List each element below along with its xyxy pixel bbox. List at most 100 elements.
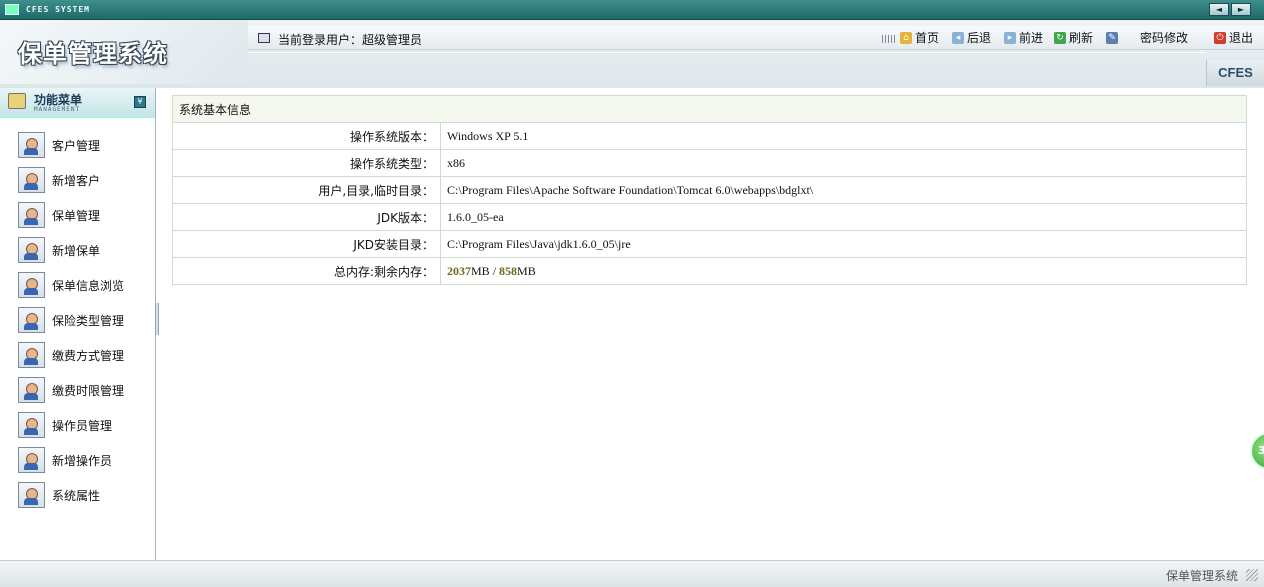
window-title-bar: CFES SYSTEM ◄ ► — [0, 0, 1264, 20]
sidebar-item-label: 操作员管理 — [52, 419, 113, 433]
row-label: 用户,目录,临时目录： — [172, 176, 441, 204]
system-info-table: 系统基本信息 操作系统版本： Windows XP 5.1 操作系统类型： x8… — [172, 95, 1247, 285]
sidebar-item-label: 保单信息浏览 — [52, 279, 125, 293]
user-icon — [18, 412, 45, 438]
table-caption-row: 系统基本信息 — [172, 95, 1247, 123]
change-password-button[interactable]: 密码修改 — [1140, 30, 1188, 46]
window-title: CFES SYSTEM — [26, 5, 90, 14]
table-row: JDK版本： 1.6.0_05-ea — [172, 203, 1247, 231]
sidebar-item-payment-method[interactable]: 缴费方式管理 — [0, 342, 155, 377]
monitor-icon — [5, 4, 19, 15]
forward-label: 前进 — [1019, 31, 1044, 45]
home-button[interactable]: ⌂ 首页 — [900, 30, 939, 46]
window-icon — [258, 33, 270, 43]
sidebar-item-label: 新增保单 — [52, 244, 101, 258]
status-bar: 保单管理系统 — [0, 560, 1264, 587]
total-memory-unit: MB — [471, 263, 490, 278]
sidebar-item-payment-period[interactable]: 缴费时限管理 — [0, 377, 155, 412]
sidebar-item-label: 保单管理 — [52, 209, 101, 223]
row-value: 1.6.0_05-ea — [440, 203, 1247, 231]
row-label: 总内存:剩余内存： — [172, 257, 441, 285]
user-icon — [18, 272, 45, 298]
sidebar-item-policy-browse[interactable]: 保单信息浏览 — [0, 272, 155, 307]
sidebar-item-label: 新增操作员 — [52, 454, 113, 468]
home-icon: ⌂ — [900, 32, 912, 44]
edit-pen-icon: ✎ — [1106, 32, 1118, 44]
menu-folder-icon — [8, 93, 26, 109]
window-prev-button[interactable]: ◄ — [1209, 3, 1229, 16]
row-label: 操作系统版本： — [172, 122, 441, 150]
table-row: JKD安装目录： C:\Program Files\Java\jdk1.6.0_… — [172, 230, 1247, 258]
total-memory: 2037 — [447, 263, 471, 278]
sidebar-item-label: 保险类型管理 — [52, 314, 125, 328]
table-row: 操作系统类型： x86 — [172, 149, 1247, 177]
refresh-icon: ↻ — [1054, 32, 1066, 44]
brand-badge: CFES — [1206, 60, 1264, 86]
sidebar-item-system-properties[interactable]: 系统属性 — [0, 482, 155, 517]
sidebar-item-add-operator[interactable]: 新增操作员 — [0, 447, 155, 482]
main-content: 系统基本信息 操作系统版本： Windows XP 5.1 操作系统类型： x8… — [160, 88, 1264, 560]
sidebar-header: 功能菜单 MANAGEMENT ¥ — [0, 88, 155, 118]
back-arrow-icon: ◂ — [952, 32, 964, 44]
home-label: 首页 — [915, 31, 940, 45]
logout-label: 退出 — [1229, 31, 1254, 45]
current-user-label: 当前登录用户：超级管理员 — [278, 33, 423, 47]
user-icon — [18, 237, 45, 263]
sidebar-item-label: 新增客户 — [52, 174, 101, 188]
row-value: x86 — [440, 149, 1247, 177]
row-label: 操作系统类型： — [172, 149, 441, 177]
user-icon — [18, 377, 45, 403]
memory-separator: / — [489, 263, 500, 278]
refresh-button[interactable]: ↻ 刷新 — [1054, 30, 1093, 46]
sidebar-item-insurance-type[interactable]: 保险类型管理 — [0, 307, 155, 342]
refresh-label: 刷新 — [1069, 31, 1094, 45]
user-icon — [18, 342, 45, 368]
app-logo-title: 保单管理系统 — [18, 40, 168, 68]
logout-button[interactable]: ⏻ 退出 — [1214, 30, 1253, 46]
sidebar-menu: 客户管理 新增客户 保单管理 新增保单 保单信息浏览 保险类型管理 缴费方式管理… — [0, 118, 155, 517]
free-memory-unit: MB — [517, 263, 536, 278]
table-row: 用户,目录,临时目录： C:\Program Files\Apache Soft… — [172, 176, 1247, 204]
user-icon — [18, 482, 45, 508]
toolbar-grip — [882, 35, 896, 43]
table-caption: 系统基本信息 — [172, 95, 1247, 123]
user-toolbar: 当前登录用户：超级管理员 ⌂ 首页 ◂ 后退 ▸ 前进 ↻ 刷新 ✎ 密码修改 … — [248, 26, 1264, 50]
user-icon — [18, 447, 45, 473]
sidebar: 功能菜单 MANAGEMENT ¥ 客户管理 新增客户 保单管理 新增保单 保单… — [0, 88, 156, 560]
user-icon — [18, 167, 45, 193]
edit-icon-button[interactable]: ✎ — [1106, 30, 1118, 46]
table-row: 操作系统版本： Windows XP 5.1 — [172, 122, 1247, 150]
user-icon — [18, 132, 45, 158]
footer-text: 保单管理系统 — [1165, 569, 1238, 583]
row-value: C:\Program Files\Apache Software Foundat… — [440, 176, 1247, 204]
user-icon — [18, 202, 45, 228]
power-icon: ⏻ — [1214, 32, 1226, 44]
sidebar-item-customer-management[interactable]: 客户管理 — [0, 132, 155, 167]
sidebar-item-add-policy[interactable]: 新增保单 — [0, 237, 155, 272]
resize-grip-icon[interactable] — [1246, 569, 1258, 581]
row-label: JDK版本： — [172, 203, 441, 231]
change-password-label: 密码修改 — [1140, 31, 1189, 45]
sidebar-item-label: 系统属性 — [52, 489, 101, 503]
sidebar-item-policy-management[interactable]: 保单管理 — [0, 202, 155, 237]
back-button[interactable]: ◂ 后退 — [952, 30, 991, 46]
back-label: 后退 — [967, 31, 992, 45]
row-value: Windows XP 5.1 — [440, 122, 1247, 150]
sidebar-item-operator-management[interactable]: 操作员管理 — [0, 412, 155, 447]
sidebar-splitter-handle[interactable] — [155, 303, 159, 335]
sidebar-subtitle: MANAGEMENT — [34, 106, 81, 113]
free-memory: 858 — [499, 263, 518, 278]
forward-button[interactable]: ▸ 前进 — [1004, 30, 1043, 46]
forward-arrow-icon: ▸ — [1004, 32, 1016, 44]
row-value: C:\Program Files\Java\jdk1.6.0_05\jre — [440, 230, 1247, 258]
sidebar-item-label: 缴费方式管理 — [52, 349, 125, 363]
memory-value: 2037MB / 858MB — [440, 257, 1247, 285]
table-row: 总内存:剩余内存： 2037MB / 858MB — [172, 257, 1247, 285]
row-label: JKD安装目录： — [172, 230, 441, 258]
sidebar-item-label: 客户管理 — [52, 139, 101, 153]
sidebar-item-add-customer[interactable]: 新增客户 — [0, 167, 155, 202]
window-next-button[interactable]: ► — [1231, 3, 1251, 16]
sidebar-item-label: 缴费时限管理 — [52, 384, 125, 398]
user-icon — [18, 307, 45, 333]
collapse-toggle[interactable]: ¥ — [134, 96, 146, 108]
